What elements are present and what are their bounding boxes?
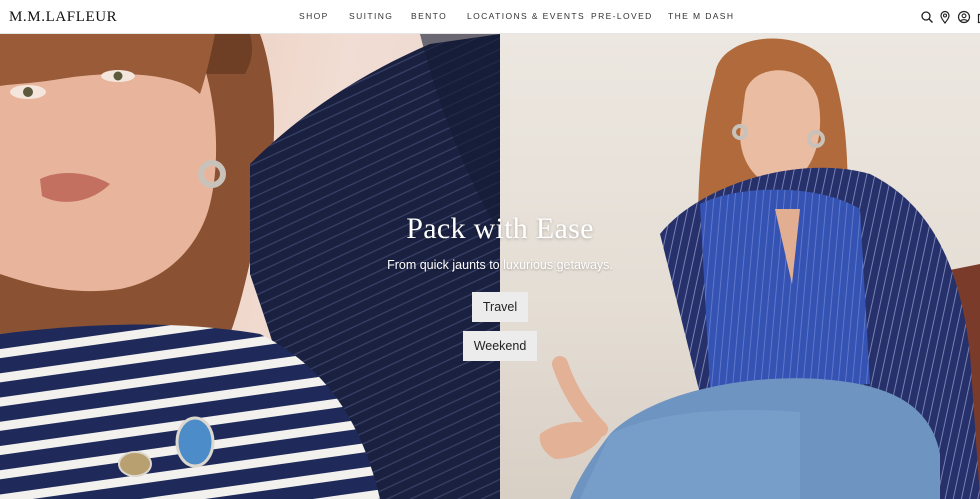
hero-subtitle: From quick jaunts to luxurious getaways.: [387, 258, 613, 272]
hero-banner: Pack with Ease From quick jaunts to luxu…: [0, 34, 980, 499]
hero-title: Pack with Ease: [406, 212, 594, 245]
nav-item-bento[interactable]: BENTO: [411, 11, 447, 21]
utility-icons: [920, 10, 980, 25]
bag-icon[interactable]: [976, 10, 980, 24]
travel-button[interactable]: Travel: [472, 292, 528, 322]
weekend-button[interactable]: Weekend: [463, 331, 537, 361]
site-header: M.M.LAFLEUR SHOP SUITING BENTO LOCATIONS…: [0, 0, 980, 34]
nav-item-suiting[interactable]: SUITING: [349, 11, 393, 21]
main-nav: SHOP SUITING BENTO LOCATIONS & EVENTS PR…: [0, 11, 980, 25]
nav-item-pre-loved[interactable]: PRE-LOVED: [591, 11, 653, 21]
account-icon[interactable]: [957, 10, 971, 24]
nav-item-the-m-dash[interactable]: THE M DASH: [668, 11, 734, 21]
nav-item-locations-events[interactable]: LOCATIONS & EVENTS: [467, 11, 585, 21]
location-pin-icon[interactable]: [938, 10, 952, 25]
search-icon[interactable]: [920, 10, 934, 24]
nav-item-shop[interactable]: SHOP: [299, 11, 329, 21]
